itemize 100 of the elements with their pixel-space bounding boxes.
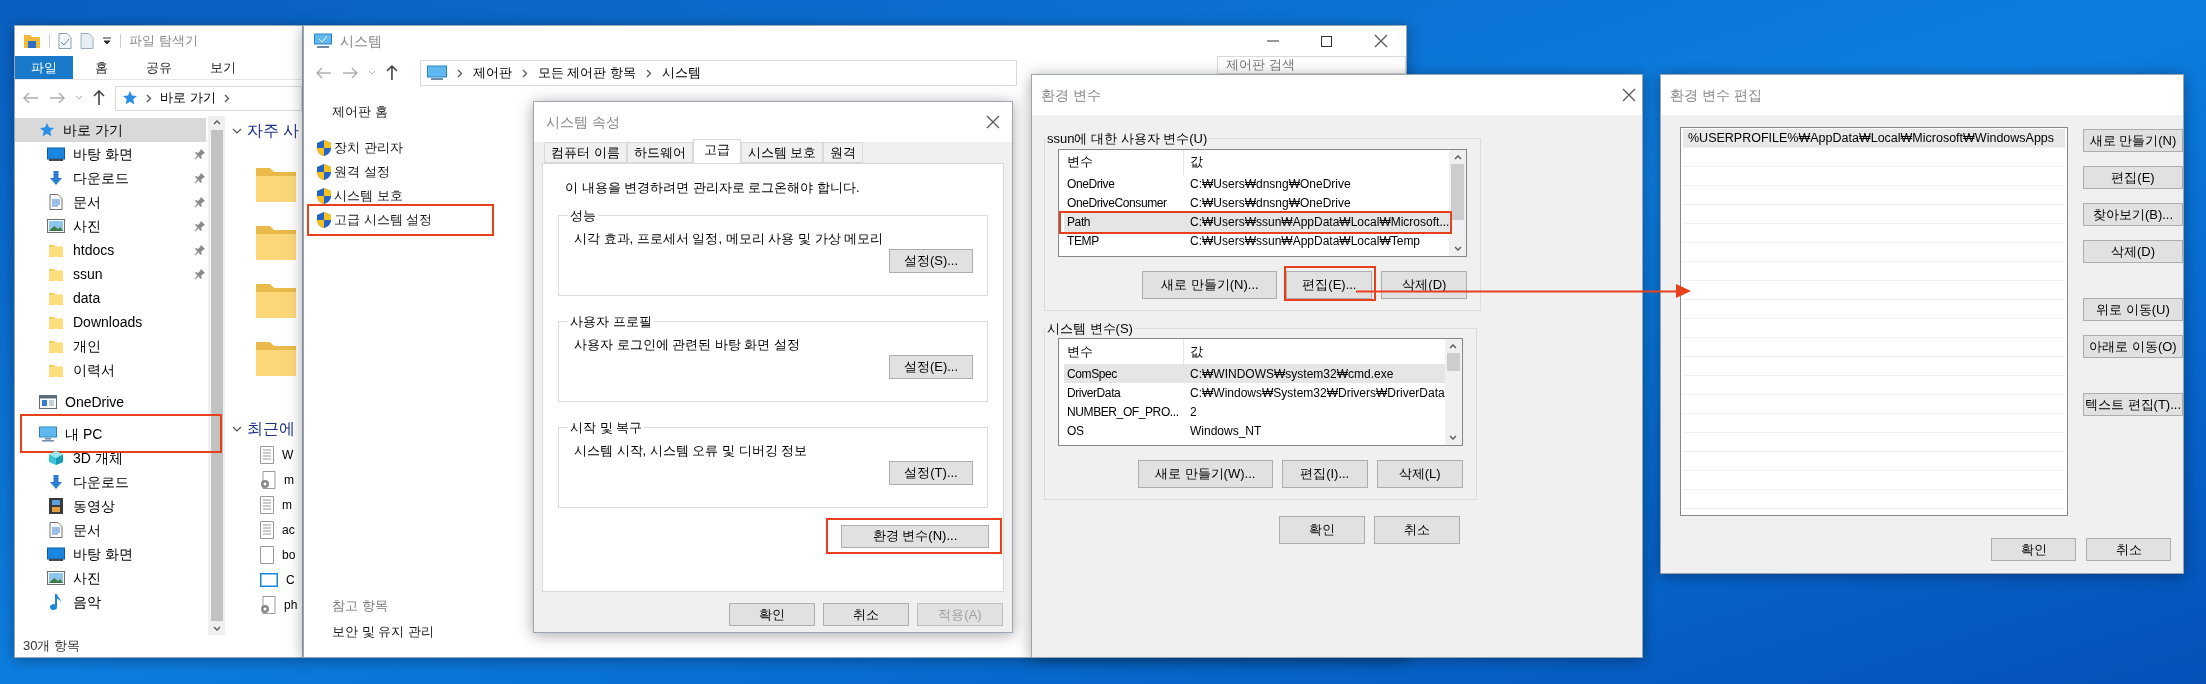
file-name[interactable]: W [282,445,294,464]
button[interactable]: 취소 [823,603,909,626]
tab[interactable]: 하드웨어 [626,142,693,163]
ribbon-tab[interactable]: 파일 [15,56,73,79]
button[interactable]: 취소 [1374,516,1460,544]
button[interactable]: 설정(T)... [889,460,973,485]
button[interactable]: 편집(E) [2082,166,2183,189]
nav-item[interactable]: 다운로드 [15,470,206,494]
button[interactable]: 새로 만들기(N) [2082,129,2183,152]
nav-item[interactable]: htdocs [15,238,206,262]
file-name[interactable]: ac [282,520,295,539]
pin-icon[interactable] [194,196,206,208]
pin-icon[interactable] [194,268,206,280]
dropdown-icon[interactable] [102,37,112,45]
scrollbar-thumb[interactable] [1451,163,1465,220]
link[interactable]: 보안 및 유지 관리 [332,621,434,641]
button[interactable]: 새로 만들기(W)... [1137,460,1273,488]
nav-item[interactable]: 이력서 [15,358,206,382]
button[interactable]: 삭제(D) [2082,240,2183,263]
button[interactable]: 확인 [729,603,815,626]
folder-icon[interactable] [256,224,296,260]
ribbon-tab[interactable]: 홈 [79,56,124,79]
nav-item[interactable]: 내 PC [15,422,206,446]
scrollbar[interactable] [208,116,225,635]
list-row[interactable]: NUMBER_OF_PRO... 2 [1064,402,1445,421]
tab[interactable]: 시스템 보호 [740,142,824,163]
button[interactable]: 삭제(D) [1381,270,1468,299]
list-row[interactable]: OS Windows_NT [1064,421,1445,440]
nav-item[interactable]: OneDrive [15,390,206,414]
nav-item[interactable]: 동영상 [15,494,206,518]
scrollbar-thumb[interactable] [210,130,223,621]
address-bar[interactable]: 바로 가기 [115,85,302,111]
pin-icon[interactable] [194,244,206,256]
nav-item[interactable]: 음악 [15,590,206,614]
list-row[interactable]: ComSpec C:₩WINDOWS₩system32₩cmd.exe [1064,364,1445,383]
maximize-icon[interactable] [1321,35,1332,47]
folder-icon[interactable] [256,282,296,318]
link[interactable]: 원격 설정 [334,161,390,182]
button[interactable]: 새로 만들기(N)... [1142,270,1278,299]
up-arrow-icon[interactable] [385,65,398,81]
button[interactable]: 아래로 이동(O) [2082,335,2183,358]
tab[interactable]: 컴퓨터 이름 [544,142,627,163]
list-row[interactable]: OneDriveConsumer C:₩Users₩dnsng₩OneDrive [1064,193,1450,213]
nav-item[interactable]: 문서 [15,190,206,214]
link[interactable]: 시스템 보호 [334,185,403,206]
tab[interactable]: 고급 [692,139,741,163]
search-field[interactable]: 제어판 검색 [1217,56,1406,74]
nav-item[interactable]: 문서 [15,518,206,542]
list-row[interactable]: OneDrive C:₩Users₩dnsng₩OneDrive [1064,174,1450,194]
scrollbar[interactable] [1449,149,1467,256]
link[interactable]: 장치 관리자 [334,137,403,158]
button[interactable]: 편집(E)... [1286,270,1373,299]
nav-item[interactable]: 개인 [15,334,206,358]
button[interactable]: 텍스트 편집(T)... [2082,393,2183,416]
chevron-down-icon[interactable] [232,127,242,135]
file-name[interactable]: bo [282,545,296,564]
address-bar[interactable]: 제어판 모든 제어판 항목 시스템 [419,60,1018,86]
document-icon[interactable] [80,33,94,49]
ribbon-tab[interactable]: 보기 [194,56,252,79]
tab[interactable]: 원격 [823,142,864,163]
nav-item[interactable]: ssun [15,262,206,286]
folder-icon[interactable] [256,166,296,202]
forward-arrow-icon[interactable] [341,67,358,79]
list-row[interactable]: DriverData C:₩Windows₩System32₩Drivers₩DriverData [1064,383,1445,402]
document-check-icon[interactable] [58,33,72,49]
list-row[interactable]: TEMP C:₩Users₩ssun₩AppData₩Local₩Temp [1064,231,1450,251]
back-arrow-icon[interactable] [23,92,39,104]
nav-item[interactable]: 다운로드 [15,166,206,190]
file-name[interactable]: m [282,495,292,514]
file-name[interactable]: m [284,470,294,489]
nav-item[interactable]: 3D 개체 [15,446,206,470]
pin-icon[interactable] [194,220,206,232]
button[interactable]: 설정(S)... [889,248,973,273]
breadcrumb-item[interactable]: 모든 제어판 항목 [537,63,636,83]
nav-item[interactable]: 바탕 화면 [15,542,206,566]
nav-item[interactable]: data [15,286,206,310]
button[interactable]: 환경 변수(N)... [841,524,989,548]
forward-arrow-icon[interactable] [49,92,65,104]
button[interactable]: 확인 [1279,516,1365,544]
button[interactable]: 위로 이동(U) [2082,298,2183,321]
nav-item[interactable]: Downloads [15,310,206,334]
breadcrumb-item[interactable]: 바로 가기 [160,88,216,108]
close-icon[interactable] [986,115,1000,129]
chevron-down-icon[interactable] [232,425,242,433]
nav-item[interactable]: 바탕 화면 [15,142,206,166]
back-arrow-icon[interactable] [316,67,332,79]
scrollbar[interactable] [1444,339,1462,445]
close-icon[interactable] [1374,34,1388,48]
column-header[interactable]: 변수 [1064,149,1184,175]
file-name[interactable]: ph [284,595,298,614]
breadcrumb-item[interactable]: 시스템 [661,63,701,83]
breadcrumb-item[interactable]: 제어판 [472,63,512,83]
folder-icon[interactable] [256,340,296,376]
file-name[interactable]: C [286,570,295,589]
column-header[interactable]: 값 [1184,149,1450,175]
column-header[interactable]: 값 [1184,339,1445,364]
up-arrow-icon[interactable] [93,90,105,106]
button[interactable]: 삭제(L) [1376,460,1463,488]
button[interactable]: 설정(E)... [889,354,973,379]
button[interactable]: 취소 [2086,538,2171,561]
